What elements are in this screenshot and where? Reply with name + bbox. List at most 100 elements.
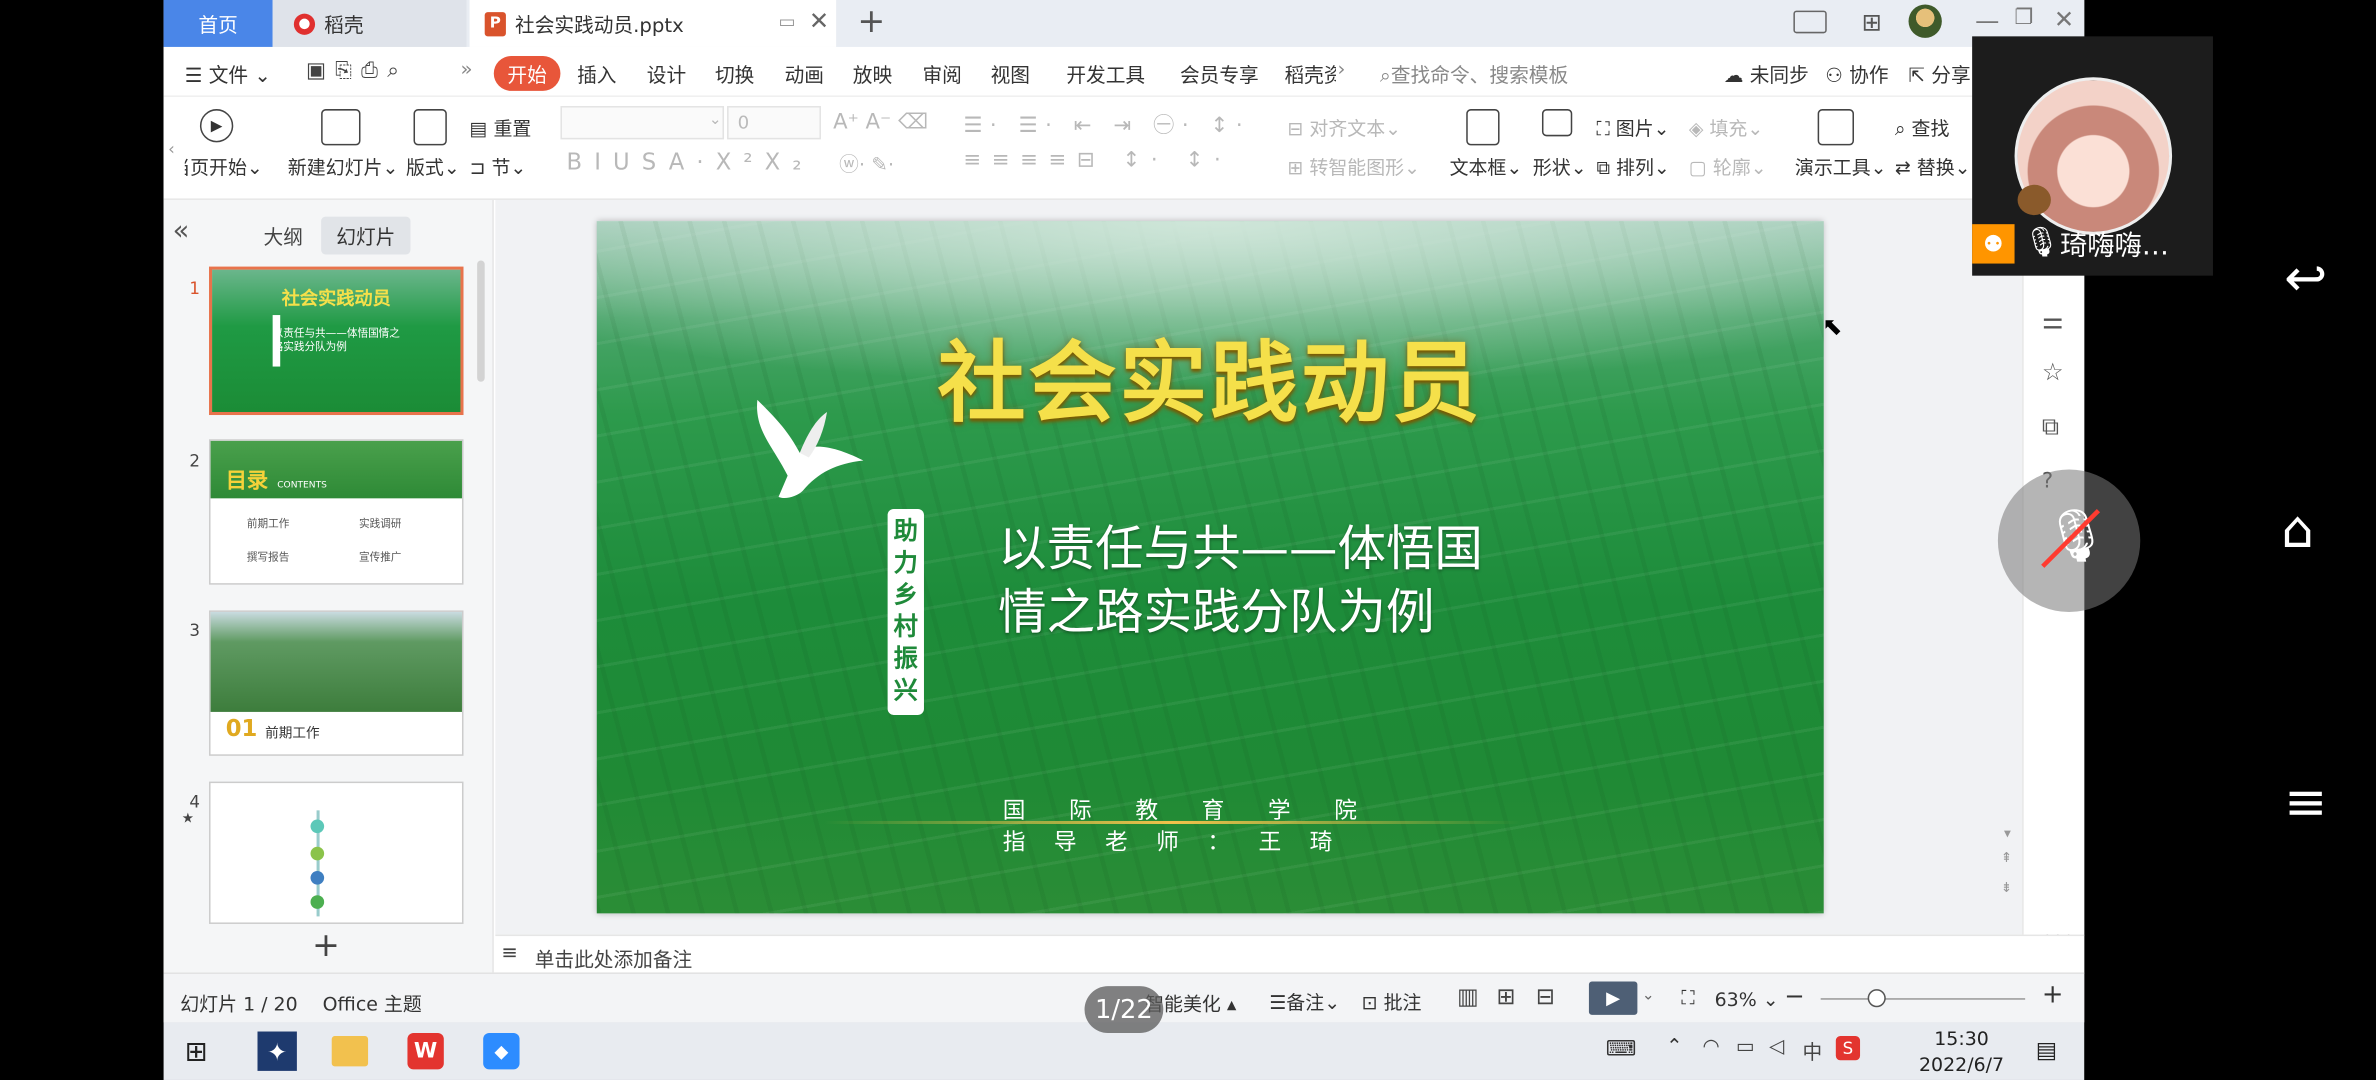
home-nav-icon[interactable]: ⌂ bbox=[2281, 500, 2314, 561]
reset-button[interactable]: ▤ 重置 bbox=[470, 112, 532, 141]
new-tab-icon[interactable]: + bbox=[857, 3, 885, 41]
section-button[interactable]: ⊐ 节⌄ bbox=[470, 151, 527, 180]
close-tab-icon[interactable]: ✕ bbox=[809, 6, 829, 35]
slide-thumbnail-3[interactable]: 01 前期工作 bbox=[209, 610, 464, 756]
zoom-slider-track[interactable] bbox=[1820, 998, 2026, 1000]
ribbon-tab-home[interactable]: 开始 bbox=[493, 56, 561, 91]
sorter-view-icon[interactable]: ⊞ bbox=[1497, 983, 1516, 1010]
user-avatar[interactable] bbox=[1908, 4, 1942, 38]
window-mode-icon[interactable] bbox=[1793, 10, 1827, 34]
layout-button[interactable]: 版式⌄ bbox=[406, 151, 460, 180]
ribbon-tab-developer[interactable]: 开发工具 bbox=[1066, 59, 1145, 88]
wps-taskbar-icon[interactable]: W bbox=[407, 1033, 444, 1070]
tab-home[interactable]: 首页 bbox=[163, 0, 273, 47]
floating-mic-button[interactable]: 🎙 bbox=[1997, 469, 2141, 612]
slide-thumbnail-2[interactable]: 目录 CONTENTS 前期工作 实践调研 撰写报告 宣传推广 bbox=[209, 439, 464, 585]
ime-indicator[interactable]: 中 bbox=[1802, 1036, 1822, 1065]
scroll-down-icon[interactable]: ▾ bbox=[2004, 827, 2011, 842]
picture-button[interactable]: ⛶ 图片⌄ bbox=[1596, 112, 1669, 141]
collapse-panel-icon[interactable]: « bbox=[173, 215, 190, 247]
text-effects-icons[interactable]: ⓦ· ✎· bbox=[839, 148, 894, 177]
clock-date[interactable]: 2022/6/7 bbox=[1905, 1053, 2017, 1076]
minimize-icon[interactable]: — bbox=[1975, 6, 1999, 35]
ribbon-tab-animation[interactable]: 动画 bbox=[785, 59, 824, 88]
network-app-icon[interactable]: ✦ bbox=[257, 1031, 297, 1071]
play-options-icon[interactable]: ⌄ bbox=[1642, 988, 1655, 1005]
file-menu[interactable]: ☰ 文件 ⌄ bbox=[185, 59, 271, 88]
windows-start-icon[interactable]: ⊞ bbox=[185, 1036, 208, 1068]
notes-bar[interactable]: ≡ 单击此处添加备注 bbox=[495, 934, 2085, 973]
notes-toggle[interactable]: ☰备注⌄ bbox=[1269, 986, 1340, 1015]
ribbon-tab-view[interactable]: 视图 bbox=[991, 59, 1030, 88]
back-nav-icon[interactable]: ↩ bbox=[2284, 248, 2327, 309]
settings-sliders-icon[interactable]: ⚌ bbox=[2042, 306, 2064, 335]
presenter-tools-button[interactable]: 演示工具⌄ bbox=[1795, 151, 1887, 180]
normal-view-icon[interactable]: ▥ bbox=[1457, 983, 1478, 1010]
show-hidden-icons[interactable]: ⌃ bbox=[1666, 1036, 1683, 1059]
tab-slides[interactable]: 幻灯片 bbox=[321, 216, 411, 255]
new-slide-button[interactable]: 新建幻灯片⌄ bbox=[288, 151, 399, 180]
reading-view-icon[interactable]: ⊟ bbox=[1536, 983, 1555, 1010]
arrange-button[interactable]: ⧉ 排列⌄ bbox=[1596, 151, 1669, 180]
ribbon-tab-member[interactable]: 会员专享 bbox=[1180, 59, 1259, 88]
font-family-select[interactable] bbox=[560, 106, 725, 140]
tab-daoke[interactable]: ● 稻壳 bbox=[272, 0, 467, 47]
sync-status[interactable]: ☁ 未同步 bbox=[1724, 59, 1809, 88]
outline-button[interactable]: ▢ 轮廓⌄ bbox=[1689, 151, 1767, 180]
tab-document[interactable]: P 社会实践动员.pptx ▭ ✕ bbox=[469, 0, 837, 47]
close-window-icon[interactable]: ✕ bbox=[2054, 5, 2074, 34]
file-explorer-icon[interactable] bbox=[331, 1036, 369, 1067]
ribbon-tab-slideshow[interactable]: 放映 bbox=[853, 59, 892, 88]
meeting-app-icon[interactable]: ◆ bbox=[483, 1033, 520, 1070]
font-size-controls-icon[interactable]: A⁺ A⁻ ⌫ bbox=[833, 111, 928, 135]
notification-center-icon[interactable]: ▤ bbox=[2036, 1036, 2057, 1063]
slide-subtitle[interactable]: 以责任与共——体悟国 情之路实践分队为例 bbox=[998, 517, 1483, 644]
present-icon[interactable]: ⧉ bbox=[2042, 412, 2059, 442]
font-family-dropdown-icon[interactable]: ⌄ bbox=[709, 112, 722, 129]
list-icons[interactable]: ☰· ☰· ⇤ ⇥ ㊀· ↕· bbox=[963, 109, 1250, 139]
ribbon-scroll-icon[interactable]: › bbox=[1337, 59, 1345, 82]
to-smartart-button[interactable]: ⊞ 转智能图形⌄ bbox=[1287, 151, 1419, 180]
restore-icon[interactable]: ❐ bbox=[2015, 6, 2034, 30]
ribbon-tab-transition[interactable]: 切换 bbox=[715, 59, 754, 88]
ribbon-tab-daoke[interactable]: 稻壳资 bbox=[1284, 59, 1335, 88]
slide-thumbnail-4[interactable] bbox=[209, 781, 464, 924]
font-style-icons[interactable]: BIUSA·X²X₂ bbox=[566, 148, 813, 175]
sogou-ime-icon[interactable]: S bbox=[1835, 1036, 1861, 1061]
collab-button[interactable]: ⚇ 协作 bbox=[1825, 59, 1888, 88]
participant-video-tile[interactable]: ⚉ 🎙 琦嗨嗨… bbox=[1972, 36, 2213, 276]
font-size-select[interactable]: 0 bbox=[727, 106, 821, 140]
add-slide-icon[interactable]: + bbox=[312, 927, 340, 965]
replace-button[interactable]: ⇄ 替换⌄ bbox=[1895, 151, 1971, 180]
zoom-in-icon[interactable]: + bbox=[2042, 980, 2064, 1010]
ribbon-tab-review[interactable]: 审阅 bbox=[922, 59, 961, 88]
play-from-current-icon[interactable]: ▶ bbox=[199, 109, 234, 143]
tab-outline[interactable]: 大纲 bbox=[264, 221, 303, 250]
vertical-badge[interactable]: 助力乡村振兴 bbox=[887, 508, 924, 715]
pin-window-icon[interactable]: ▭ bbox=[779, 11, 796, 32]
panel-scrollbar[interactable] bbox=[477, 260, 485, 382]
zoom-select[interactable]: 63% ⌄ bbox=[1715, 988, 1779, 1011]
ribbon-tab-insert[interactable]: 插入 bbox=[577, 59, 616, 88]
align-text-button[interactable]: ⊟ 对齐文本⌄ bbox=[1287, 112, 1401, 141]
command-search[interactable]: ⌕查找命令、搜索模板 bbox=[1380, 59, 1568, 88]
quick-access-icons[interactable]: ▣⎘⎙⌕ bbox=[306, 59, 408, 83]
menu-nav-icon[interactable]: ≡ bbox=[2284, 772, 2327, 833]
comment-button[interactable]: ⊡ 批注 bbox=[1362, 986, 1422, 1015]
battery-icon[interactable]: ▭ bbox=[1736, 1036, 1755, 1059]
zoom-out-icon[interactable]: − bbox=[1784, 982, 1804, 1011]
slide-org-text[interactable]: 国 际 教 育 学 院 指 导 老 师 ： 王 琦 bbox=[1003, 794, 1357, 858]
apps-grid-icon[interactable]: ⊞ bbox=[1862, 8, 1882, 37]
share-button[interactable]: ⇱ 分享 bbox=[1909, 59, 1971, 88]
prev-slide-icon[interactable]: ⇞ bbox=[2001, 851, 2012, 866]
volume-icon[interactable]: ◁ bbox=[1769, 1036, 1784, 1059]
paragraph-align-icons[interactable]: ≡≡≡≡⊟ ↕· ↕· bbox=[963, 148, 1231, 172]
keyboard-tray-icon[interactable]: ⌨ bbox=[1606, 1038, 1637, 1062]
theme-name[interactable]: Office 主题 bbox=[323, 988, 422, 1017]
zoom-slider-handle[interactable] bbox=[1867, 989, 1886, 1008]
ribbon-tab-design[interactable]: 设计 bbox=[647, 59, 686, 88]
wifi-icon[interactable]: ◠ bbox=[1703, 1036, 1720, 1059]
fit-window-icon[interactable]: ⛶ bbox=[1681, 986, 1694, 1010]
fill-button[interactable]: ◈ 填充⌄ bbox=[1689, 112, 1763, 141]
next-slide-icon[interactable]: ⇟ bbox=[2001, 882, 2012, 897]
